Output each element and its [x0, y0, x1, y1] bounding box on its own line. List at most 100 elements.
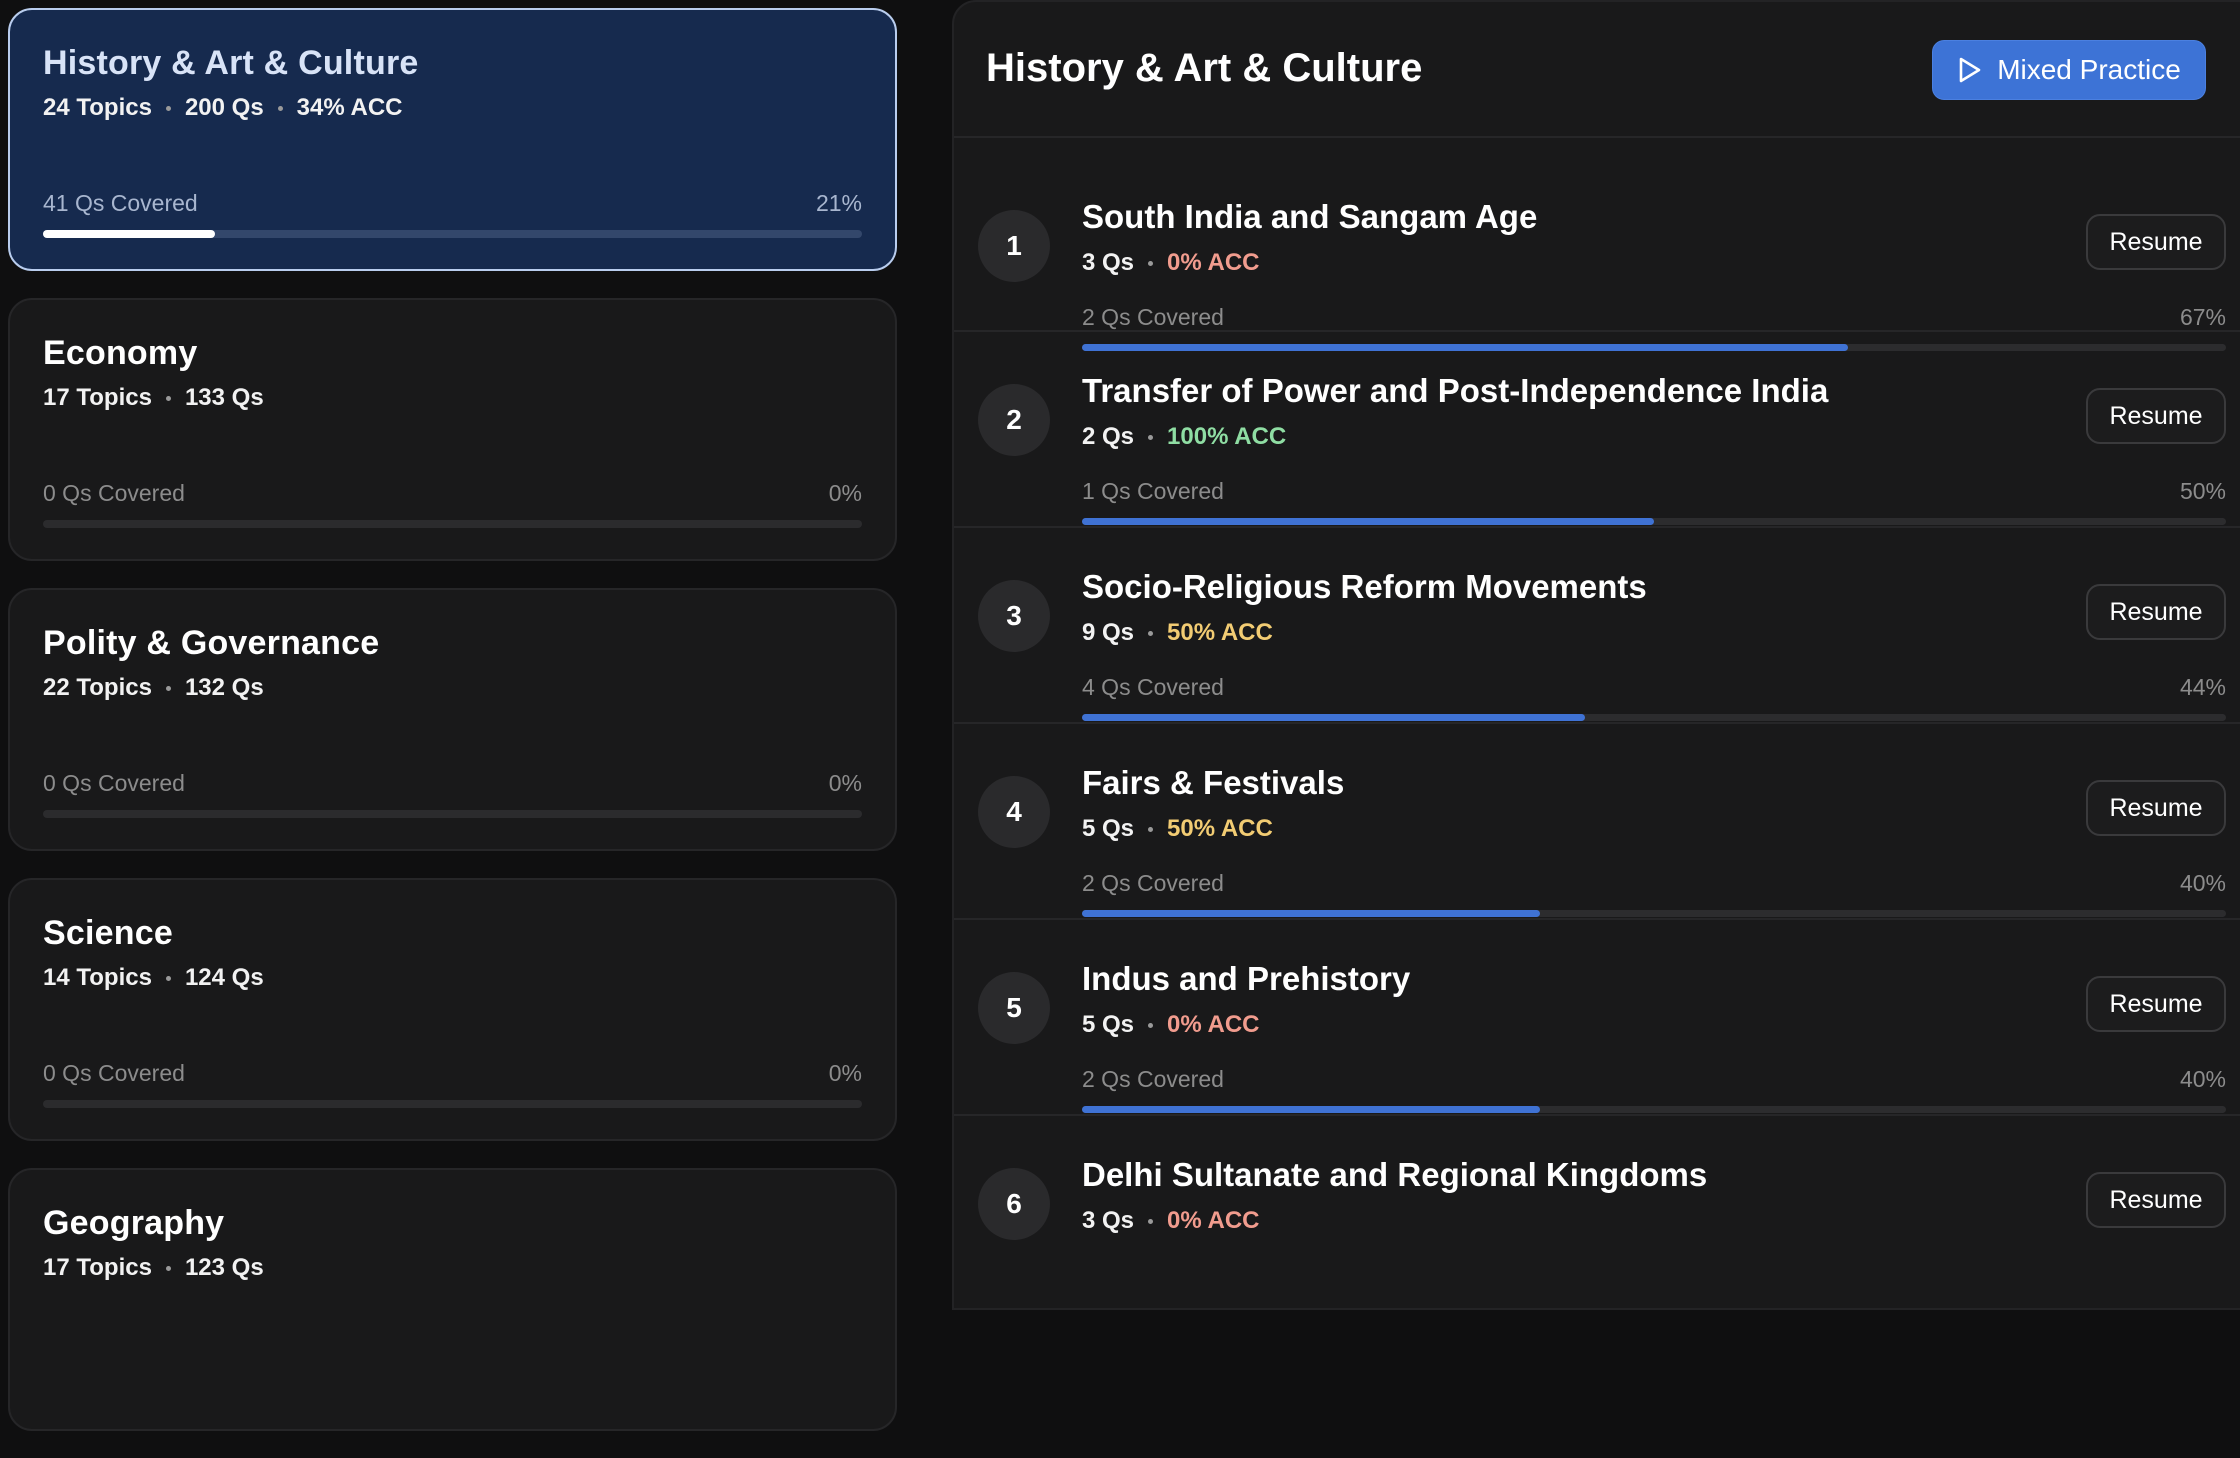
subject-progress-track	[43, 520, 862, 528]
subject-accuracy: 34% ACC	[296, 94, 403, 121]
topic-row[interactable]: 2 Transfer of Power and Post-Independenc…	[954, 332, 2240, 528]
resume-button[interactable]: Resume	[2086, 388, 2226, 444]
separator-dot	[165, 975, 171, 981]
topic-row[interactable]: 1 South India and Sangam Age 3 Qs 0% ACC…	[954, 158, 2240, 351]
topic-list: 1 South India and Sangam Age 3 Qs 0% ACC…	[954, 138, 2240, 1310]
subject-title: Economy	[43, 334, 198, 372]
topic-number-badge: 4	[978, 776, 1050, 848]
subject-topics-count: 17 Topics	[43, 384, 152, 411]
subject-progress-track	[43, 810, 862, 818]
topic-progress-track	[1082, 1106, 2226, 1113]
subject-card-science[interactable]: Science 14 Topics 124 Qs 0 Qs Covered 0%	[8, 878, 897, 1141]
subject-topics-count: 17 Topics	[43, 1254, 152, 1281]
topic-accuracy: 100% ACC	[1167, 423, 1287, 450]
topic-accuracy: 0% ACC	[1167, 1207, 1260, 1234]
separator-dot	[277, 105, 283, 111]
topic-title: Transfer of Power and Post-Independence …	[1082, 372, 1829, 409]
topic-panel: History & Art & Culture Mixed Practice 1…	[952, 0, 2240, 1310]
topic-title: South India and Sangam Age	[1082, 198, 1538, 235]
topic-percent: 40%	[2179, 870, 2226, 896]
subject-meta: 17 Topics 123 Qs	[43, 1254, 264, 1282]
subject-meta: 24 Topics 200 Qs 34% ACC	[43, 94, 402, 122]
resume-button[interactable]: Resume	[2086, 214, 2226, 270]
subject-covered: 0 Qs Covered	[43, 1060, 185, 1086]
subject-topics-count: 24 Topics	[43, 94, 152, 121]
subject-card-polity[interactable]: Polity & Governance 22 Topics 132 Qs 0 Q…	[8, 588, 897, 851]
subject-qs-count: 124 Qs	[184, 964, 264, 991]
topic-meta: 3 Qs 0% ACC	[1082, 1207, 1260, 1235]
topic-title: Delhi Sultanate and Regional Kingdoms	[1082, 1156, 1708, 1193]
subject-qs-count: 123 Qs	[184, 1254, 264, 1281]
topic-row[interactable]: 4 Fairs & Festivals 5 Qs 50% ACC Resume …	[954, 724, 2240, 920]
topic-meta: 2 Qs 100% ACC	[1082, 423, 1286, 451]
topic-number-badge: 1	[978, 210, 1050, 282]
topic-covered: 2 Qs Covered	[1082, 870, 1224, 896]
subject-progress-track	[43, 1100, 862, 1108]
separator-dot	[1148, 434, 1154, 440]
subject-qs-count: 133 Qs	[184, 384, 264, 411]
resume-button[interactable]: Resume	[2086, 976, 2226, 1032]
topic-meta: 5 Qs 0% ACC	[1082, 1011, 1260, 1039]
topic-meta: 3 Qs 0% ACC	[1082, 249, 1260, 277]
topic-accuracy: 0% ACC	[1167, 1011, 1260, 1038]
subject-title: Polity & Governance	[43, 624, 380, 662]
subject-card-economy[interactable]: Economy 17 Topics 133 Qs 0 Qs Covered 0%	[8, 298, 897, 561]
topic-qs-count: 9 Qs	[1082, 619, 1135, 646]
topic-qs-count: 3 Qs	[1082, 1207, 1135, 1234]
subject-qs-count: 200 Qs	[184, 94, 264, 121]
topic-meta: 9 Qs 50% ACC	[1082, 619, 1273, 647]
play-icon	[1959, 57, 1981, 83]
separator-dot	[1148, 826, 1154, 832]
subject-percent: 0%	[828, 480, 862, 506]
subject-meta: 17 Topics 133 Qs	[43, 384, 264, 412]
topic-accuracy: 0% ACC	[1167, 249, 1260, 276]
topic-title: Indus and Prehistory	[1082, 960, 1411, 997]
topic-progress-fill	[1082, 1106, 1540, 1113]
subject-topics-count: 22 Topics	[43, 674, 152, 701]
separator-dot	[165, 395, 171, 401]
subject-percent: 21%	[815, 190, 862, 216]
separator-dot	[165, 685, 171, 691]
subject-progress-fill	[43, 230, 215, 238]
topic-row[interactable]: 5 Indus and Prehistory 5 Qs 0% ACC Resum…	[954, 920, 2240, 1116]
panel-title: History & Art & Culture	[986, 46, 1423, 90]
topic-number-badge: 6	[978, 1168, 1050, 1240]
resume-button[interactable]: Resume	[2086, 584, 2226, 640]
subject-meta: 14 Topics 124 Qs	[43, 964, 264, 992]
subject-card-history[interactable]: History & Art & Culture 24 Topics 200 Qs…	[8, 8, 897, 271]
topic-meta: 5 Qs 50% ACC	[1082, 815, 1273, 843]
subject-title: Geography	[43, 1204, 225, 1242]
topic-covered: 1 Qs Covered	[1082, 478, 1224, 504]
separator-dot	[165, 105, 171, 111]
separator-dot	[165, 1265, 171, 1271]
subject-percent: 0%	[828, 770, 862, 796]
topic-number-badge: 2	[978, 384, 1050, 456]
separator-dot	[1148, 260, 1154, 266]
topic-qs-count: 5 Qs	[1082, 815, 1135, 842]
subject-title: Science	[43, 914, 173, 952]
topic-progress-track	[1082, 714, 2226, 721]
topic-progress-track	[1082, 910, 2226, 917]
topic-covered: 2 Qs Covered	[1082, 1066, 1224, 1092]
subject-covered: 0 Qs Covered	[43, 480, 185, 506]
topic-qs-count: 3 Qs	[1082, 249, 1135, 276]
topic-progress-track	[1082, 518, 2226, 525]
topic-covered: 4 Qs Covered	[1082, 674, 1224, 700]
topic-qs-count: 5 Qs	[1082, 1011, 1135, 1038]
subject-covered: 0 Qs Covered	[43, 770, 185, 796]
subject-covered: 41 Qs Covered	[43, 190, 198, 216]
mixed-practice-button[interactable]: Mixed Practice	[1932, 40, 2206, 100]
topic-progress-fill	[1082, 714, 1586, 721]
topic-row[interactable]: 6 Delhi Sultanate and Regional Kingdoms …	[954, 1116, 2240, 1310]
topic-progress-fill	[1082, 910, 1540, 917]
resume-button[interactable]: Resume	[2086, 780, 2226, 836]
subject-list: History & Art & Culture 24 Topics 200 Qs…	[8, 8, 898, 1458]
topic-accuracy: 50% ACC	[1167, 815, 1273, 842]
topic-percent: 44%	[2179, 674, 2226, 700]
subject-title: History & Art & Culture	[43, 44, 419, 82]
topic-row[interactable]: 3 Socio-Religious Reform Movements 9 Qs …	[954, 528, 2240, 724]
topic-qs-count: 2 Qs	[1082, 423, 1135, 450]
resume-button[interactable]: Resume	[2086, 1172, 2226, 1228]
topic-title: Socio-Religious Reform Movements	[1082, 568, 1647, 605]
separator-dot	[1148, 1218, 1154, 1224]
